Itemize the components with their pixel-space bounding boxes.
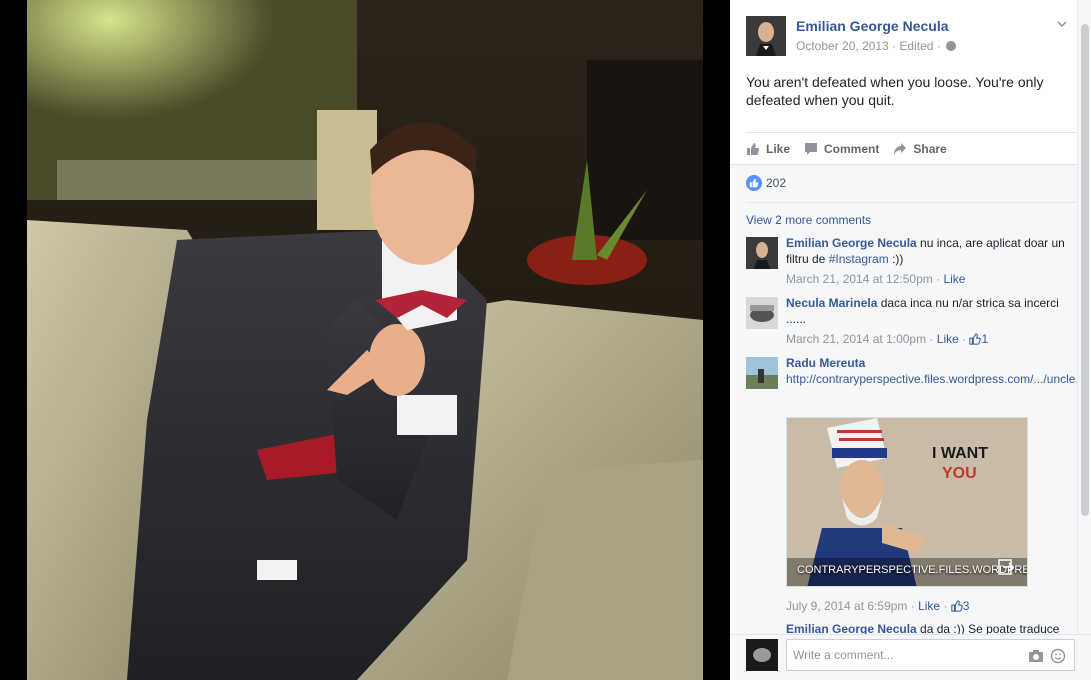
post-author-name[interactable]: Emilian George Necula (796, 18, 949, 34)
comment-meta: July 9, 2014 at 6:59pm · Like · 3 (786, 599, 970, 613)
comment-reaction-count[interactable]: 3 (951, 599, 970, 613)
commenter-avatar[interactable] (746, 297, 778, 329)
post-actions: Like Comment Share (746, 132, 1076, 164)
chevron-down-icon[interactable] (1056, 18, 1070, 32)
scrollbar-thumb[interactable] (1081, 24, 1089, 516)
comment-button[interactable]: Comment (804, 142, 879, 156)
post-side-panel: Emilian George Necula October 20, 2013 ·… (730, 0, 1091, 680)
post-header: Emilian George Necula October 20, 2013 ·… (746, 16, 1076, 56)
post-photo[interactable] (27, 0, 703, 680)
preview-title-2: YOU (942, 465, 977, 482)
post-text: You aren't defeated when you loose. You'… (746, 74, 1044, 108)
comment-timestamp[interactable]: March 21, 2014 at 1:00pm (786, 332, 926, 346)
camera-icon[interactable] (1028, 649, 1044, 663)
author-avatar[interactable] (746, 16, 786, 56)
comment-timestamp[interactable]: March 21, 2014 at 12:50pm (786, 272, 933, 286)
share-button[interactable]: Share (893, 141, 947, 156)
meta-separator-2: · (933, 39, 945, 53)
like-button[interactable]: Like (746, 142, 790, 156)
view-more-comments-link[interactable]: View 2 more comments (746, 213, 871, 227)
commenter-avatar[interactable] (746, 237, 778, 269)
comment-composer (730, 634, 1091, 680)
comment-icon (805, 142, 818, 155)
share-label: Share (913, 141, 947, 156)
share-icon (894, 142, 907, 155)
comment-item: Radu Mereuta http://contraryperspective.… (746, 355, 1085, 613)
post-meta: October 20, 2013 · Edited · (796, 39, 957, 53)
edited-label[interactable]: Edited (899, 39, 933, 53)
comment-text-after: :)) (888, 252, 904, 266)
comment-like-link[interactable]: Like (943, 272, 965, 286)
meta-separator: · (888, 39, 900, 53)
globe-icon (946, 41, 957, 51)
thumbs-up-icon (951, 600, 963, 612)
reaction-count: 3 (962, 599, 970, 613)
comment-meta: March 21, 2014 at 1:00pm · Like · 1 (786, 332, 989, 346)
commenter-name[interactable]: Emilian George Necula (786, 236, 917, 250)
likes-count: 202 (766, 176, 787, 190)
preview-title-1: I WANT (932, 445, 988, 462)
hashtag-link[interactable]: #Instagram (829, 252, 889, 266)
comment-body: Radu Mereuta http://contraryperspective.… (786, 355, 1085, 387)
reaction-count: 1 (981, 332, 989, 346)
comment-like-link[interactable]: Like (937, 332, 959, 346)
like-reaction-icon (746, 175, 762, 191)
scrollbar[interactable] (1077, 0, 1091, 634)
comment-body: Emilian George Necula nu inca, are aplic… (786, 235, 1066, 287)
open-link-icon[interactable] (997, 558, 1015, 576)
comment-body: Necula Marinela daca inca nu n/ar strica… (786, 295, 1066, 347)
thumbs-up-icon (969, 333, 982, 345)
comments-section: 202 View 2 more comments Emilian George … (730, 164, 1085, 635)
comment-label: Comment (824, 141, 880, 156)
like-label: Like (766, 141, 791, 156)
commenter-name[interactable]: Radu Mereuta (786, 356, 865, 370)
likes-summary[interactable]: 202 (746, 175, 786, 191)
commenter-name[interactable]: Necula Marinela (786, 296, 877, 310)
link-preview-card[interactable]: I WANT YOU CONTRARYPERSPECTIVE.FILES.WOR… (786, 417, 1028, 587)
comment-like-link[interactable]: Like (918, 599, 940, 613)
commenter-avatar[interactable] (746, 357, 778, 389)
photo-viewer (0, 0, 730, 680)
comment-url-link[interactable]: http://contraryperspective.files.wordpre… (786, 372, 1085, 386)
comment-meta: March 21, 2014 at 12:50pm · Like (786, 272, 966, 286)
post-date[interactable]: October 20, 2013 (796, 39, 889, 53)
comment-item: Emilian George Necula da da :)) Se poate… (746, 621, 1066, 635)
current-user-avatar (746, 639, 778, 671)
comment-timestamp[interactable]: July 9, 2014 at 6:59pm (786, 599, 907, 613)
like-icon (747, 142, 760, 155)
smile-icon[interactable] (1050, 648, 1066, 664)
comment-reaction-count[interactable]: 1 (969, 332, 988, 346)
comment-body: Emilian George Necula da da :)) Se poate… (786, 621, 1066, 635)
divider (746, 202, 1076, 203)
preview-domain: CONTRARYPERSPECTIVE.FILES.WORDPRESS (797, 564, 1028, 576)
